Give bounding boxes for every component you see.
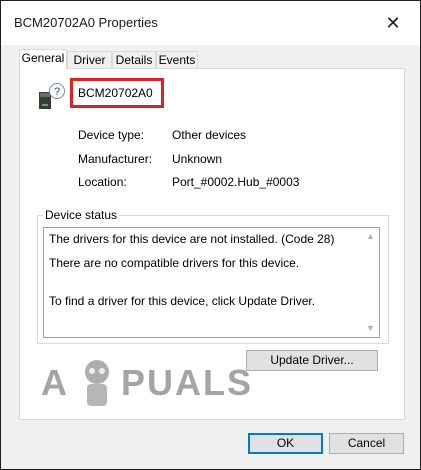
appuals-watermark: A PUALS [41,356,281,416]
svg-text:?: ? [54,86,60,98]
title-bar: BCM20702A0 Properties ✕ [1,1,420,45]
device-status-group: Device status The drivers for this devic… [37,208,389,344]
watermark-mascot-icon [85,360,109,406]
scroll-down-icon[interactable]: ▼ [362,320,379,337]
tab-events[interactable]: Events [156,51,198,68]
scroll-up-icon[interactable]: ▲ [362,228,379,245]
tab-details[interactable]: Details [112,51,156,68]
device-type-value: Other devices [172,128,247,142]
status-line-instructions: To find a driver for this device, click … [49,294,316,308]
device-type-label: Device type: [78,128,145,142]
manufacturer-value: Unknown [172,152,223,166]
close-icon[interactable]: ✕ [383,13,403,33]
device-status-textbox[interactable]: The drivers for this device are not inst… [43,227,380,338]
manufacturer-label: Manufacturer: [78,152,153,166]
properties-dialog: BCM20702A0 Properties ✕ General Driver D… [0,0,421,470]
watermark-right-text: PUALS [121,362,254,403]
tab-general[interactable]: General [19,49,67,69]
status-scrollbar[interactable]: ▲ ▼ [362,228,379,337]
window-title: BCM20702A0 Properties [14,15,158,30]
device-status-label: Device status [43,208,120,222]
location-label: Location: [78,175,127,189]
ok-button[interactable]: OK [248,433,323,454]
cancel-button[interactable]: Cancel [329,433,404,454]
status-line-compatible: There are no compatible drivers for this… [49,256,300,270]
status-line-code: The drivers for this device are not inst… [49,232,335,246]
unknown-device-icon: ? [37,82,67,112]
tab-driver[interactable]: Driver [67,51,112,68]
device-name: BCM20702A0 [78,86,153,100]
watermark-left-text: A [41,362,69,403]
location-value: Port_#0002.Hub_#0003 [172,175,300,189]
